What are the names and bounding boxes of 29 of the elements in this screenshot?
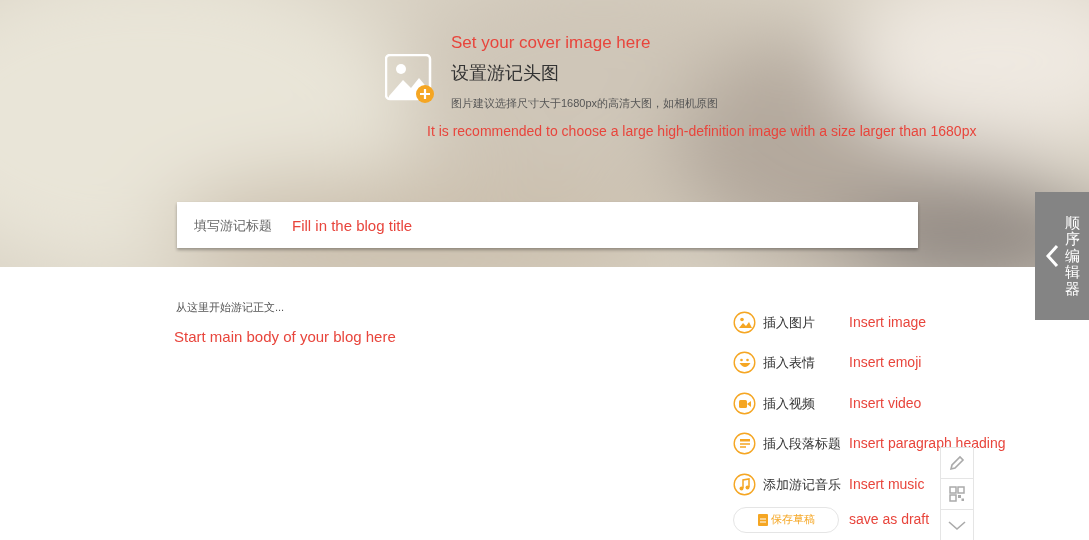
annotation: Set your cover image here [451,32,652,54]
cover-hint: 图片建议选择尺寸大于1680px的高清大图，如相机原图 [451,95,719,111]
annotation: Insert emoji [849,353,922,373]
annotation: Fill in the blog title [292,216,413,236]
annotation: Insert video [849,393,922,413]
paragraph-icon[interactable] [733,432,756,456]
music-note-icon[interactable] [733,472,756,496]
annotation: Insert image [849,312,927,332]
tool-link[interactable]: 插入图片 [763,312,849,332]
video-camera-icon[interactable] [733,391,756,415]
tool-link[interactable]: 添加游记音乐 [763,474,849,494]
pencil-icon [947,453,967,473]
annotation: Insert paragraph heading [849,434,1006,454]
annotation: save as draft [849,510,930,529]
annotation: Insert music [849,474,925,494]
chevron-left-icon [1044,244,1059,268]
tool-link[interactable]: 插入视频 [763,393,849,413]
add-image-icon[interactable] [385,54,435,104]
annotation: Start main body of your blog here [174,327,396,347]
document-icon [757,513,768,526]
annotation: It is recommended to choose a large high-definition image with a size larger than 1680px [427,122,978,141]
image-icon[interactable] [733,310,756,334]
side-tab[interactable]: 顺序编辑器 [1035,192,1089,320]
side-tab-label: 顺序编辑器 [1064,214,1080,298]
tool-link[interactable]: 插入段落标题 [763,434,849,454]
qr-code-icon [947,484,967,504]
smiley-icon[interactable] [733,351,756,375]
tool-link[interactable]: 插入表情 [763,353,849,373]
cover-title: 设置游记头图 [451,61,560,85]
